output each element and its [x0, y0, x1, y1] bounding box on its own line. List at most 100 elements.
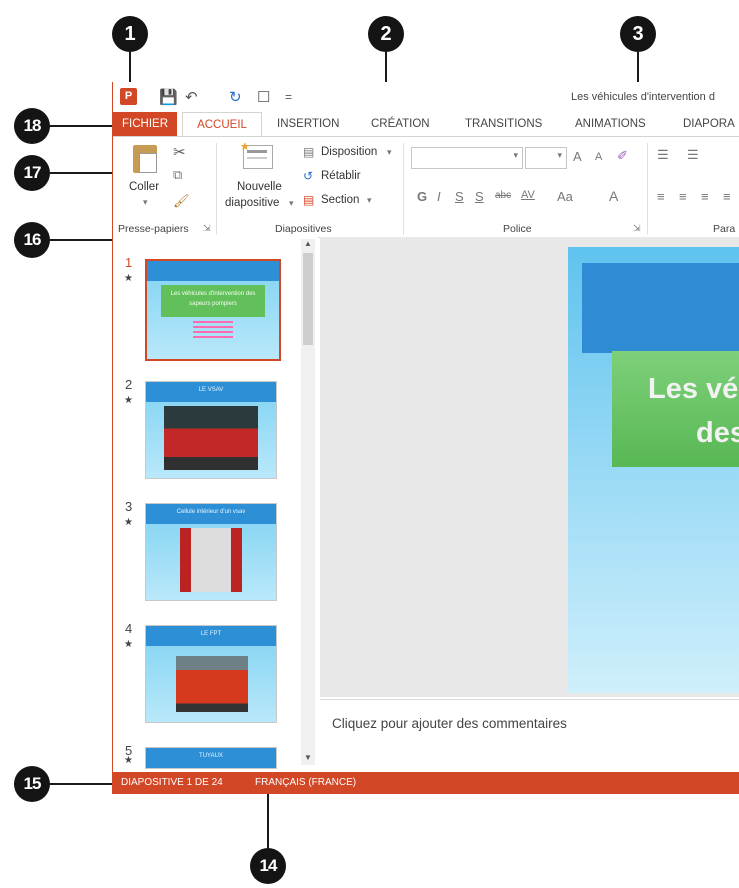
thumbnail-subtitle-lines — [193, 321, 233, 339]
slide-counter[interactable]: DIAPOSITIVE 1 DE 24 — [121, 777, 223, 788]
section-icon[interactable]: ▤ — [303, 193, 314, 207]
font-color-button[interactable]: A — [609, 188, 618, 204]
section-dropdown-icon[interactable]: ▾ — [367, 195, 372, 206]
powerpoint-window: P 💾 ↶ ↻ ☐ = Les véhicules d'intervention… — [112, 82, 739, 794]
slide-thumbnail-1[interactable]: Les véhicules d'intervention des sapeurs… — [145, 259, 281, 361]
separator — [647, 143, 648, 235]
new-document-icon[interactable]: ☐ — [257, 88, 270, 106]
italic-button[interactable]: I — [437, 189, 441, 204]
clear-formatting-icon[interactable]: ✐ — [617, 148, 628, 164]
bullets-icon[interactable]: ☰ — [657, 147, 669, 163]
new-slide-button-label-2[interactable]: diapositive — [225, 197, 279, 209]
ribbon-tabs: FICHIER ACCUEIL INSERTION CRÉATION TRANS… — [113, 112, 739, 138]
callout-17: 17 — [14, 155, 50, 191]
bold-button[interactable]: G — [417, 189, 427, 204]
strikethrough-button[interactable]: abc — [495, 190, 511, 201]
animation-star-icon: ★ — [124, 273, 133, 284]
new-slide-dropdown-icon[interactable]: ▾ — [289, 198, 294, 209]
slide-thumbnails-pane: 1 ★ Les véhicules d'intervention des sap… — [113, 237, 318, 769]
callout-17-line — [50, 172, 114, 174]
notes-placeholder: Cliquez pour ajouter des commentaires — [332, 716, 567, 731]
change-case-button[interactable]: Aa — [557, 189, 573, 204]
thumbnail-title: LE VSAV — [198, 387, 224, 393]
layout-button[interactable]: Disposition — [321, 146, 377, 158]
slide-thumbnail-2[interactable]: LE VSAV — [145, 381, 277, 479]
tab-creation[interactable]: CRÉATION — [371, 112, 430, 136]
paste-icon[interactable] — [133, 145, 157, 173]
notes-pane[interactable]: Cliquez pour ajouter des commentaires — [320, 699, 739, 756]
shrink-font-icon[interactable]: A — [595, 151, 602, 163]
numbering-icon[interactable]: ☰ — [687, 147, 699, 163]
animation-star-icon: ★ — [124, 395, 133, 406]
callout-2: 2 — [368, 16, 404, 52]
document-title: Les véhicules d'intervention d — [571, 91, 715, 103]
slide-header-band — [582, 263, 739, 353]
slide-number: 1 — [125, 255, 133, 270]
ribbon: ✂ ⧉ 🖌 Coller ▾ Presse-papiers ⇲ ★ Nouvel… — [113, 136, 739, 238]
save-icon[interactable]: 💾 — [159, 88, 178, 106]
slide-title-box[interactable]: Les vé des — [612, 351, 739, 467]
callout-1: 1 — [112, 16, 148, 52]
tab-transitions[interactable]: TRANSITIONS — [465, 112, 542, 136]
paste-dropdown-icon[interactable]: ▾ — [143, 197, 148, 208]
grow-font-icon[interactable]: A — [573, 149, 582, 164]
callout-3: 3 — [620, 16, 656, 52]
tab-fichier[interactable]: FICHIER — [113, 112, 177, 136]
scroll-down-arrow[interactable]: ▼ — [301, 753, 315, 765]
tab-animations[interactable]: ANIMATIONS — [575, 112, 646, 136]
callout-16-line — [50, 239, 114, 241]
thumbnail-title-box: Les véhicules d'intervention des sapeurs… — [161, 285, 265, 317]
clipboard-group-label: Presse-papiers — [118, 223, 189, 235]
quick-access-toolbar: P 💾 ↶ ↻ ☐ = Les véhicules d'intervention… — [113, 82, 739, 112]
new-slide-button-label-1[interactable]: Nouvelle — [237, 181, 282, 193]
slide-thumbnail-3[interactable]: Cellule intérieur d'un vsav — [145, 503, 277, 601]
format-painter-icon[interactable]: 🖌 — [173, 193, 190, 209]
undo-icon[interactable]: ↶ — [185, 88, 198, 106]
align-left-icon[interactable]: ≡ — [657, 189, 665, 204]
slide-thumbnail-5[interactable]: TUYAUX — [145, 747, 277, 769]
current-slide[interactable]: Les vé des — [568, 247, 739, 693]
tab-insertion[interactable]: INSERTION — [277, 112, 339, 136]
layout-icon[interactable]: ▤ — [303, 145, 314, 159]
scroll-thumb[interactable] — [303, 253, 313, 345]
underline-button[interactable]: S — [455, 189, 464, 204]
fire-engine-photo — [176, 656, 248, 712]
slide-thumbnail-4[interactable]: LE FPT — [145, 625, 277, 723]
slide-title-line-1: Les vé — [648, 373, 739, 405]
cut-icon[interactable]: ✂ — [173, 143, 186, 161]
clipboard-launcher-icon[interactable]: ⇲ — [203, 223, 211, 234]
tab-accueil[interactable]: ACCUEIL — [182, 112, 262, 138]
reset-button[interactable]: Rétablir — [321, 170, 361, 182]
font-dialog-launcher-icon[interactable]: ⇲ — [633, 223, 641, 234]
reset-icon[interactable]: ↺ — [303, 169, 313, 183]
callout-18-line — [50, 125, 114, 127]
scroll-up-arrow[interactable]: ▲ — [301, 239, 315, 251]
redo-icon[interactable]: ↻ — [229, 88, 242, 106]
slide-number: 4 — [125, 621, 133, 636]
align-center-icon[interactable]: ≡ — [679, 189, 687, 204]
copy-icon[interactable]: ⧉ — [173, 167, 182, 183]
callout-18: 18 — [14, 108, 50, 144]
justify-icon[interactable]: ≡ — [723, 189, 731, 204]
callout-14: 14 — [250, 848, 286, 884]
font-size-combo[interactable]: ▾ — [525, 147, 567, 169]
shadow-button[interactable]: S — [475, 189, 484, 204]
section-button[interactable]: Section — [321, 194, 359, 206]
paste-button-label[interactable]: Coller — [129, 181, 159, 193]
thumbnails-scrollbar[interactable]: ▲ ▼ — [301, 239, 315, 765]
callout-15-line — [50, 783, 114, 785]
character-spacing-button[interactable]: AV — [521, 189, 535, 201]
language-indicator[interactable]: FRANÇAIS (FRANCE) — [255, 777, 356, 788]
customize-qat-icon[interactable]: = — [285, 90, 292, 104]
align-right-icon[interactable]: ≡ — [701, 189, 709, 204]
separator — [403, 143, 404, 235]
separator — [216, 143, 217, 235]
callout-15: 15 — [14, 766, 50, 802]
callout-1-line — [129, 52, 131, 84]
thumbnail-title: Cellule intérieur d'un vsav — [176, 509, 246, 515]
powerpoint-app-icon[interactable]: P — [120, 88, 137, 105]
new-slide-icon[interactable]: ★ — [240, 141, 273, 169]
layout-dropdown-icon[interactable]: ▾ — [387, 147, 392, 158]
tab-diaporama[interactable]: DIAPORA — [683, 112, 735, 136]
font-name-combo[interactable]: ▾ — [411, 147, 523, 169]
